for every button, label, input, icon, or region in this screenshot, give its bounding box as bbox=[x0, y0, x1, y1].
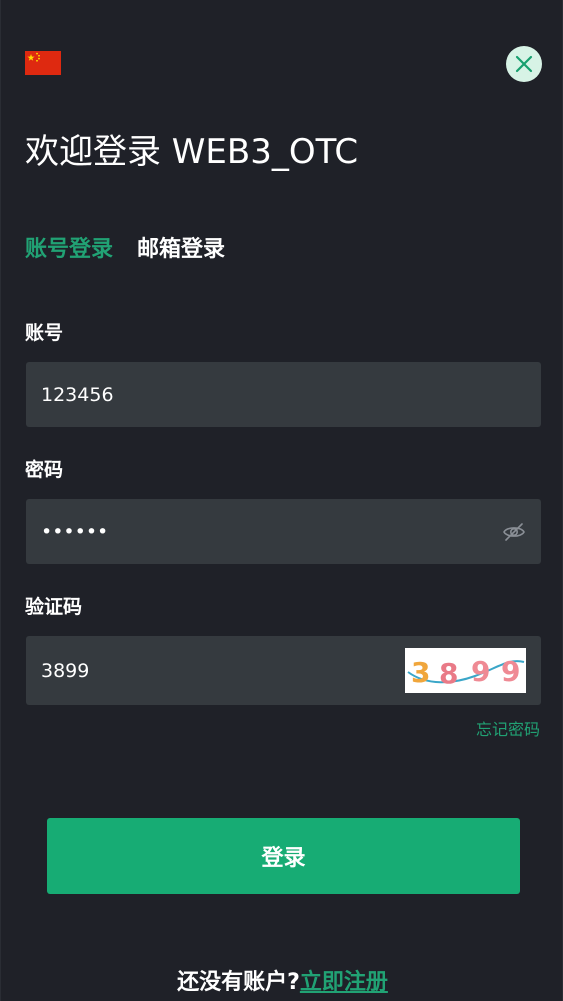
tab-account-login[interactable]: 账号登录 bbox=[25, 234, 113, 266]
captcha-char-1: 3 bbox=[411, 656, 430, 689]
register-link[interactable]: 立即注册 bbox=[300, 970, 388, 995]
captcha-char-2: 8 bbox=[439, 657, 458, 690]
account-input[interactable] bbox=[26, 362, 541, 427]
account-field-box bbox=[26, 362, 541, 427]
login-button[interactable]: 登录 bbox=[47, 818, 520, 894]
register-prompt: 还没有账户?立即注册 bbox=[1, 966, 563, 1000]
login-screen: 欢迎登录 WEB3_OTC 账号登录 邮箱登录 账号 密码 验证码 3 8 9 … bbox=[0, 0, 563, 1001]
captcha-char-4: 9 bbox=[501, 655, 520, 688]
eye-slash-icon[interactable] bbox=[502, 520, 526, 544]
tab-email-login[interactable]: 邮箱登录 bbox=[137, 234, 225, 266]
captcha-field-box: 3 8 9 9 bbox=[26, 636, 541, 705]
close-icon bbox=[515, 55, 533, 73]
captcha-image[interactable]: 3 8 9 9 bbox=[405, 648, 526, 693]
page-title: 欢迎登录 WEB3_OTC bbox=[25, 132, 359, 172]
password-field-box bbox=[26, 499, 541, 564]
captcha-char-3: 9 bbox=[471, 655, 490, 688]
captcha-label: 验证码 bbox=[25, 596, 83, 618]
close-button[interactable] bbox=[506, 46, 542, 82]
register-question: 还没有账户? bbox=[177, 970, 300, 995]
captcha-input[interactable] bbox=[26, 636, 405, 705]
password-label: 密码 bbox=[25, 459, 64, 481]
account-label: 账号 bbox=[25, 322, 64, 344]
china-flag-icon[interactable] bbox=[25, 51, 61, 75]
login-tabs: 账号登录 邮箱登录 bbox=[25, 234, 225, 266]
forgot-password-link[interactable]: 忘记密码 bbox=[476, 718, 540, 742]
password-input[interactable] bbox=[26, 499, 502, 564]
